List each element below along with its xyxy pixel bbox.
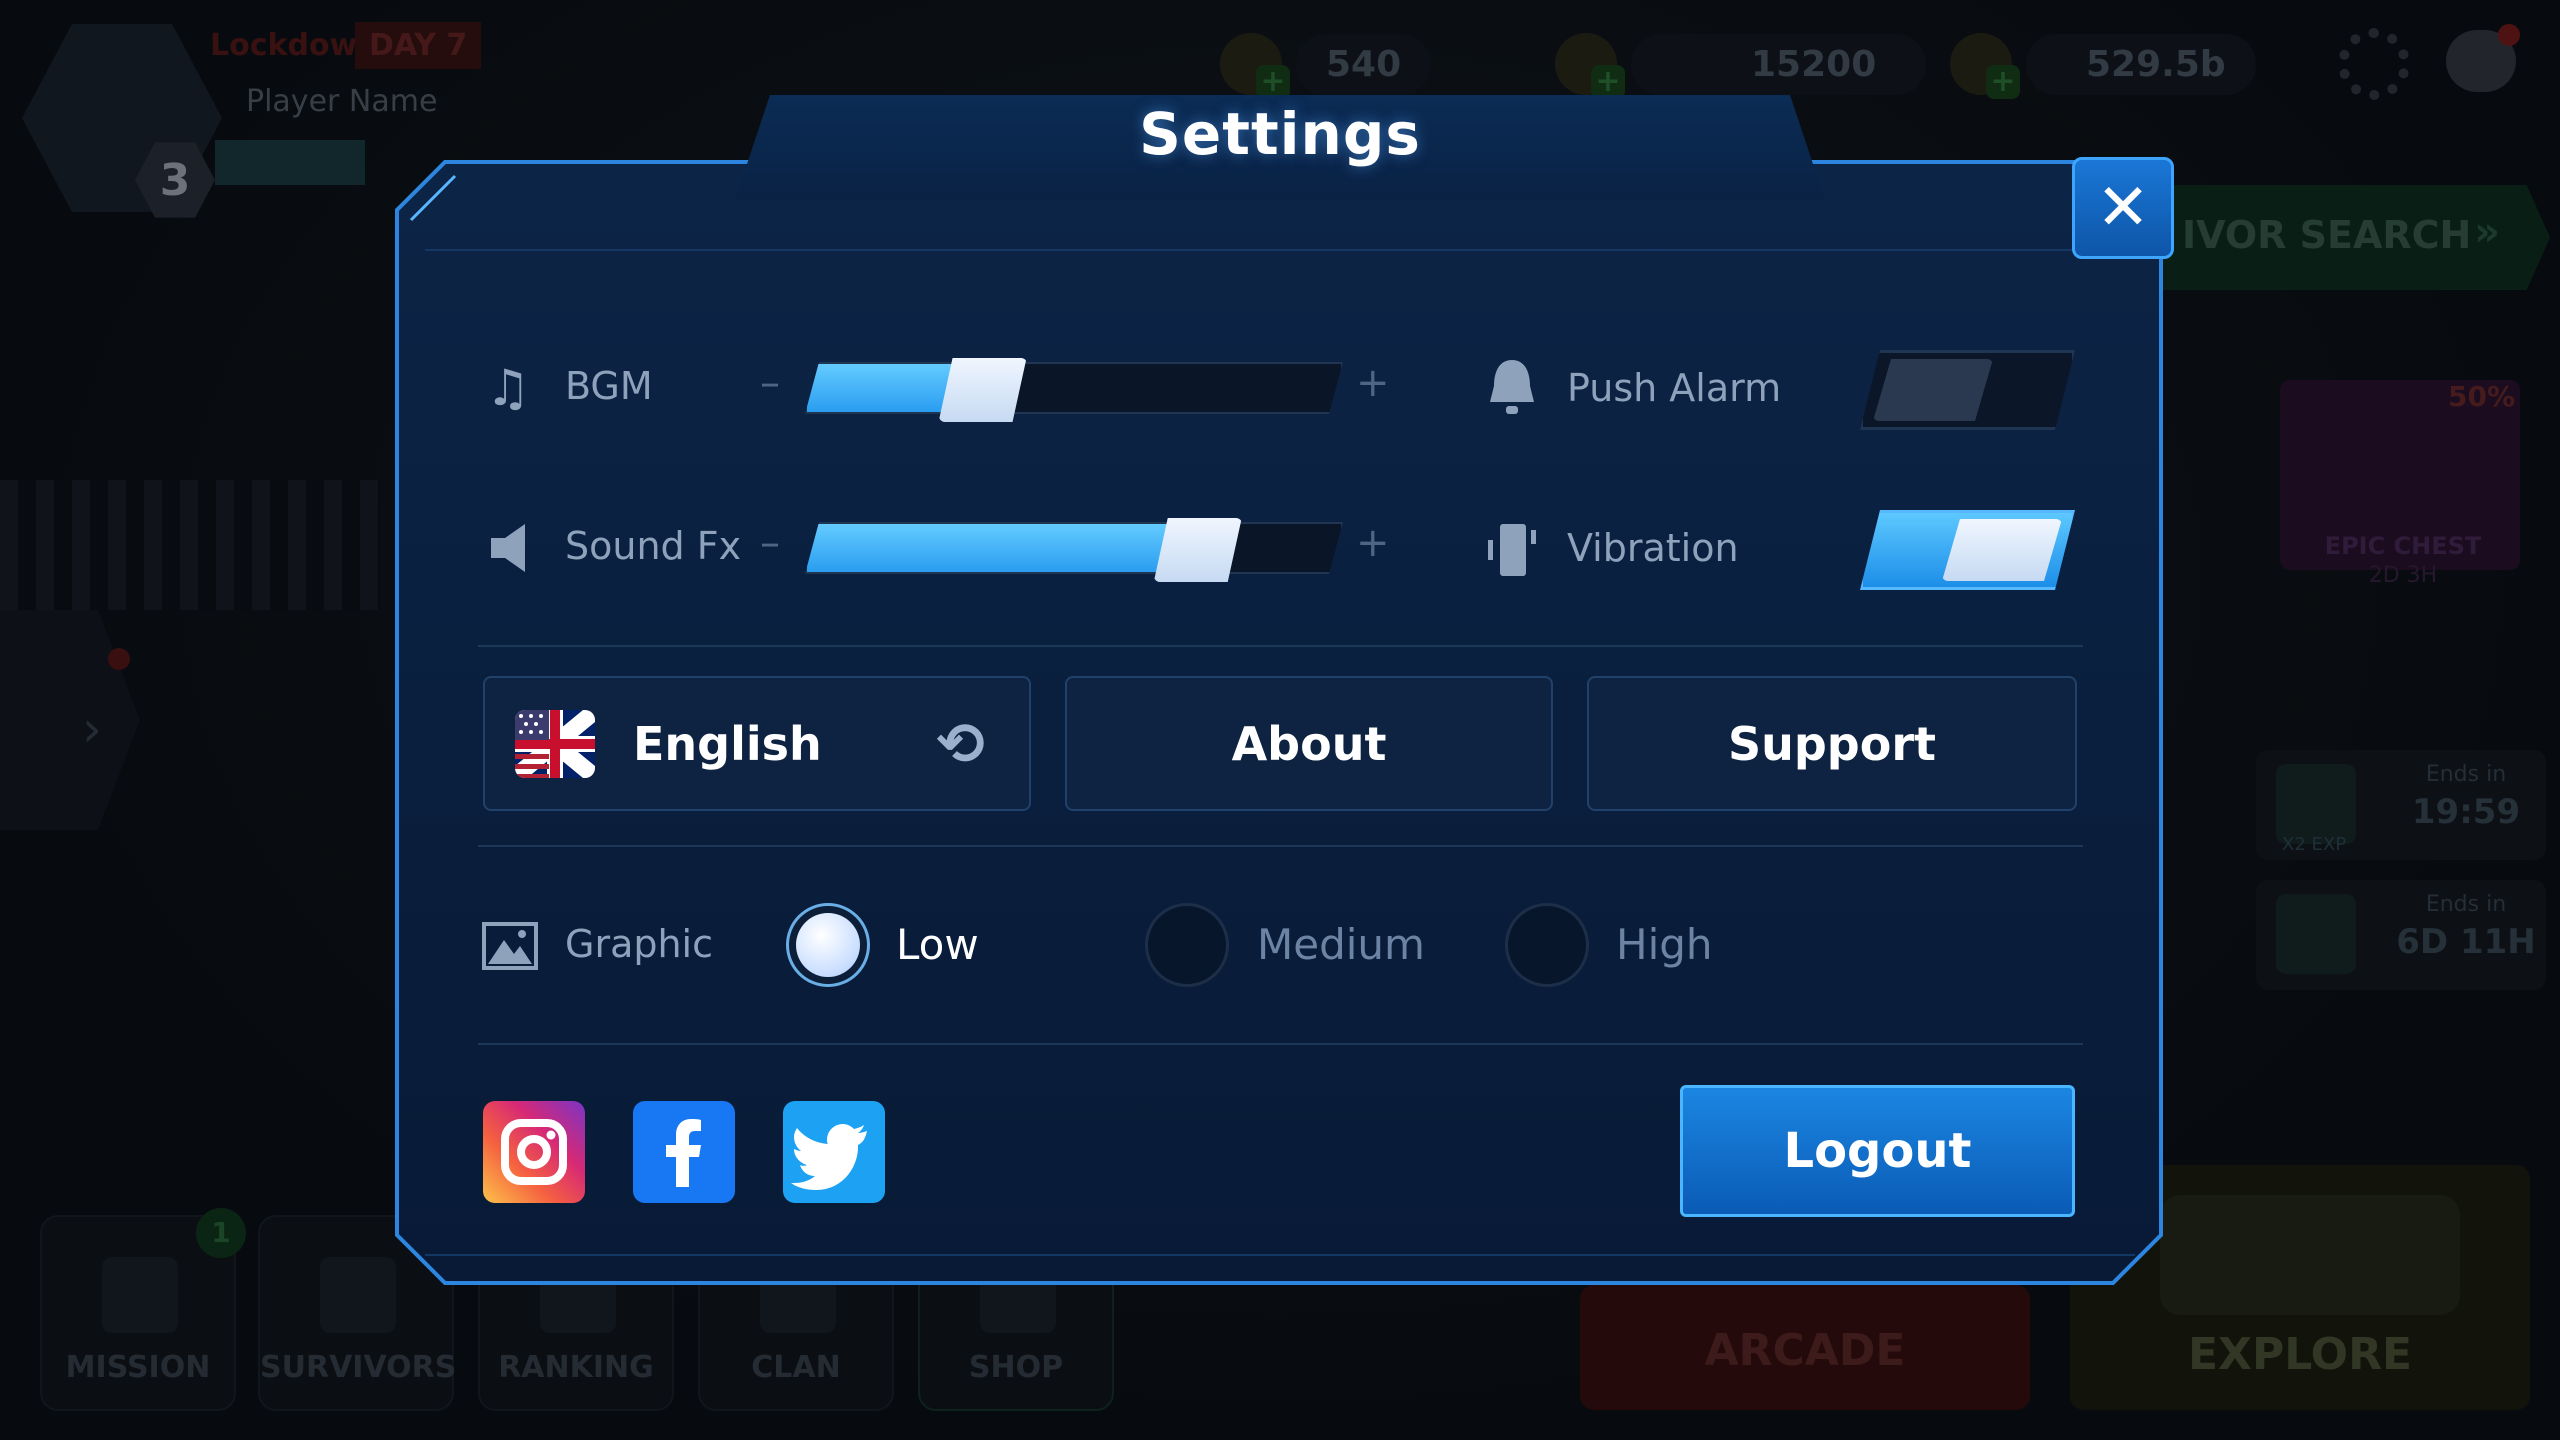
settings-title: Settings: [1139, 100, 1421, 168]
support-button[interactable]: Support: [1587, 676, 2077, 811]
graphic-low-radio[interactable]: [786, 903, 870, 987]
about-label: About: [1231, 716, 1387, 771]
sound-fx-plus-button[interactable]: +: [1356, 520, 1390, 566]
support-label: Support: [1727, 716, 1936, 771]
instagram-button[interactable]: [483, 1101, 585, 1203]
bgm-minus-button[interactable]: –: [760, 360, 780, 406]
about-button[interactable]: About: [1065, 676, 1553, 811]
bgm-plus-button[interactable]: +: [1356, 360, 1390, 406]
us-uk-flag-icon: [515, 709, 595, 778]
vibration-label: Vibration: [1567, 526, 1739, 570]
graphic-high-label: High: [1616, 920, 1713, 969]
graphic-label: Graphic: [565, 922, 714, 966]
divider: [478, 1043, 2083, 1045]
graphic-high-radio[interactable]: [1505, 903, 1589, 987]
facebook-icon: [666, 1119, 701, 1187]
divider: [478, 645, 2083, 647]
sound-fx-slider-fill: [807, 524, 1200, 572]
refresh-icon: ⟲: [936, 709, 985, 778]
facebook-button[interactable]: [633, 1101, 735, 1203]
twitter-button[interactable]: [783, 1101, 885, 1203]
logout-label: Logout: [1783, 1123, 1972, 1179]
vibration-icon: [1484, 522, 1540, 578]
close-button[interactable]: ✕: [2072, 157, 2174, 259]
close-icon: ✕: [2096, 171, 2150, 245]
bgm-slider-handle[interactable]: [939, 358, 1027, 422]
twitter-icon: [791, 1124, 867, 1190]
push-alarm-label: Push Alarm: [1567, 366, 1782, 410]
graphic-medium-label: Medium: [1257, 920, 1425, 969]
sound-fx-slider[interactable]: [805, 522, 1343, 574]
instagram-icon: [501, 1119, 567, 1185]
music-note-icon: ♫: [485, 359, 531, 417]
bgm-slider[interactable]: [805, 362, 1343, 414]
toggle-knob: [1873, 359, 1993, 421]
sound-fx-label: Sound Fx: [565, 524, 742, 568]
bgm-label: BGM: [565, 364, 653, 408]
toggle-knob: [1942, 519, 2062, 581]
image-icon: [482, 918, 538, 974]
sound-fx-slider-handle[interactable]: [1154, 518, 1242, 582]
graphic-medium-radio[interactable]: [1145, 903, 1229, 987]
sound-fx-minus-button[interactable]: –: [760, 520, 780, 566]
speaker-icon: [484, 520, 540, 576]
bell-icon: [1484, 360, 1540, 416]
push-alarm-toggle[interactable]: [1860, 350, 2075, 430]
vibration-toggle[interactable]: [1860, 510, 2075, 590]
logout-button[interactable]: Logout: [1680, 1085, 2075, 1217]
language-label: English: [633, 716, 822, 771]
language-button[interactable]: English ⟲: [483, 676, 1031, 811]
graphic-low-label: Low: [896, 920, 979, 969]
divider: [478, 845, 2083, 847]
